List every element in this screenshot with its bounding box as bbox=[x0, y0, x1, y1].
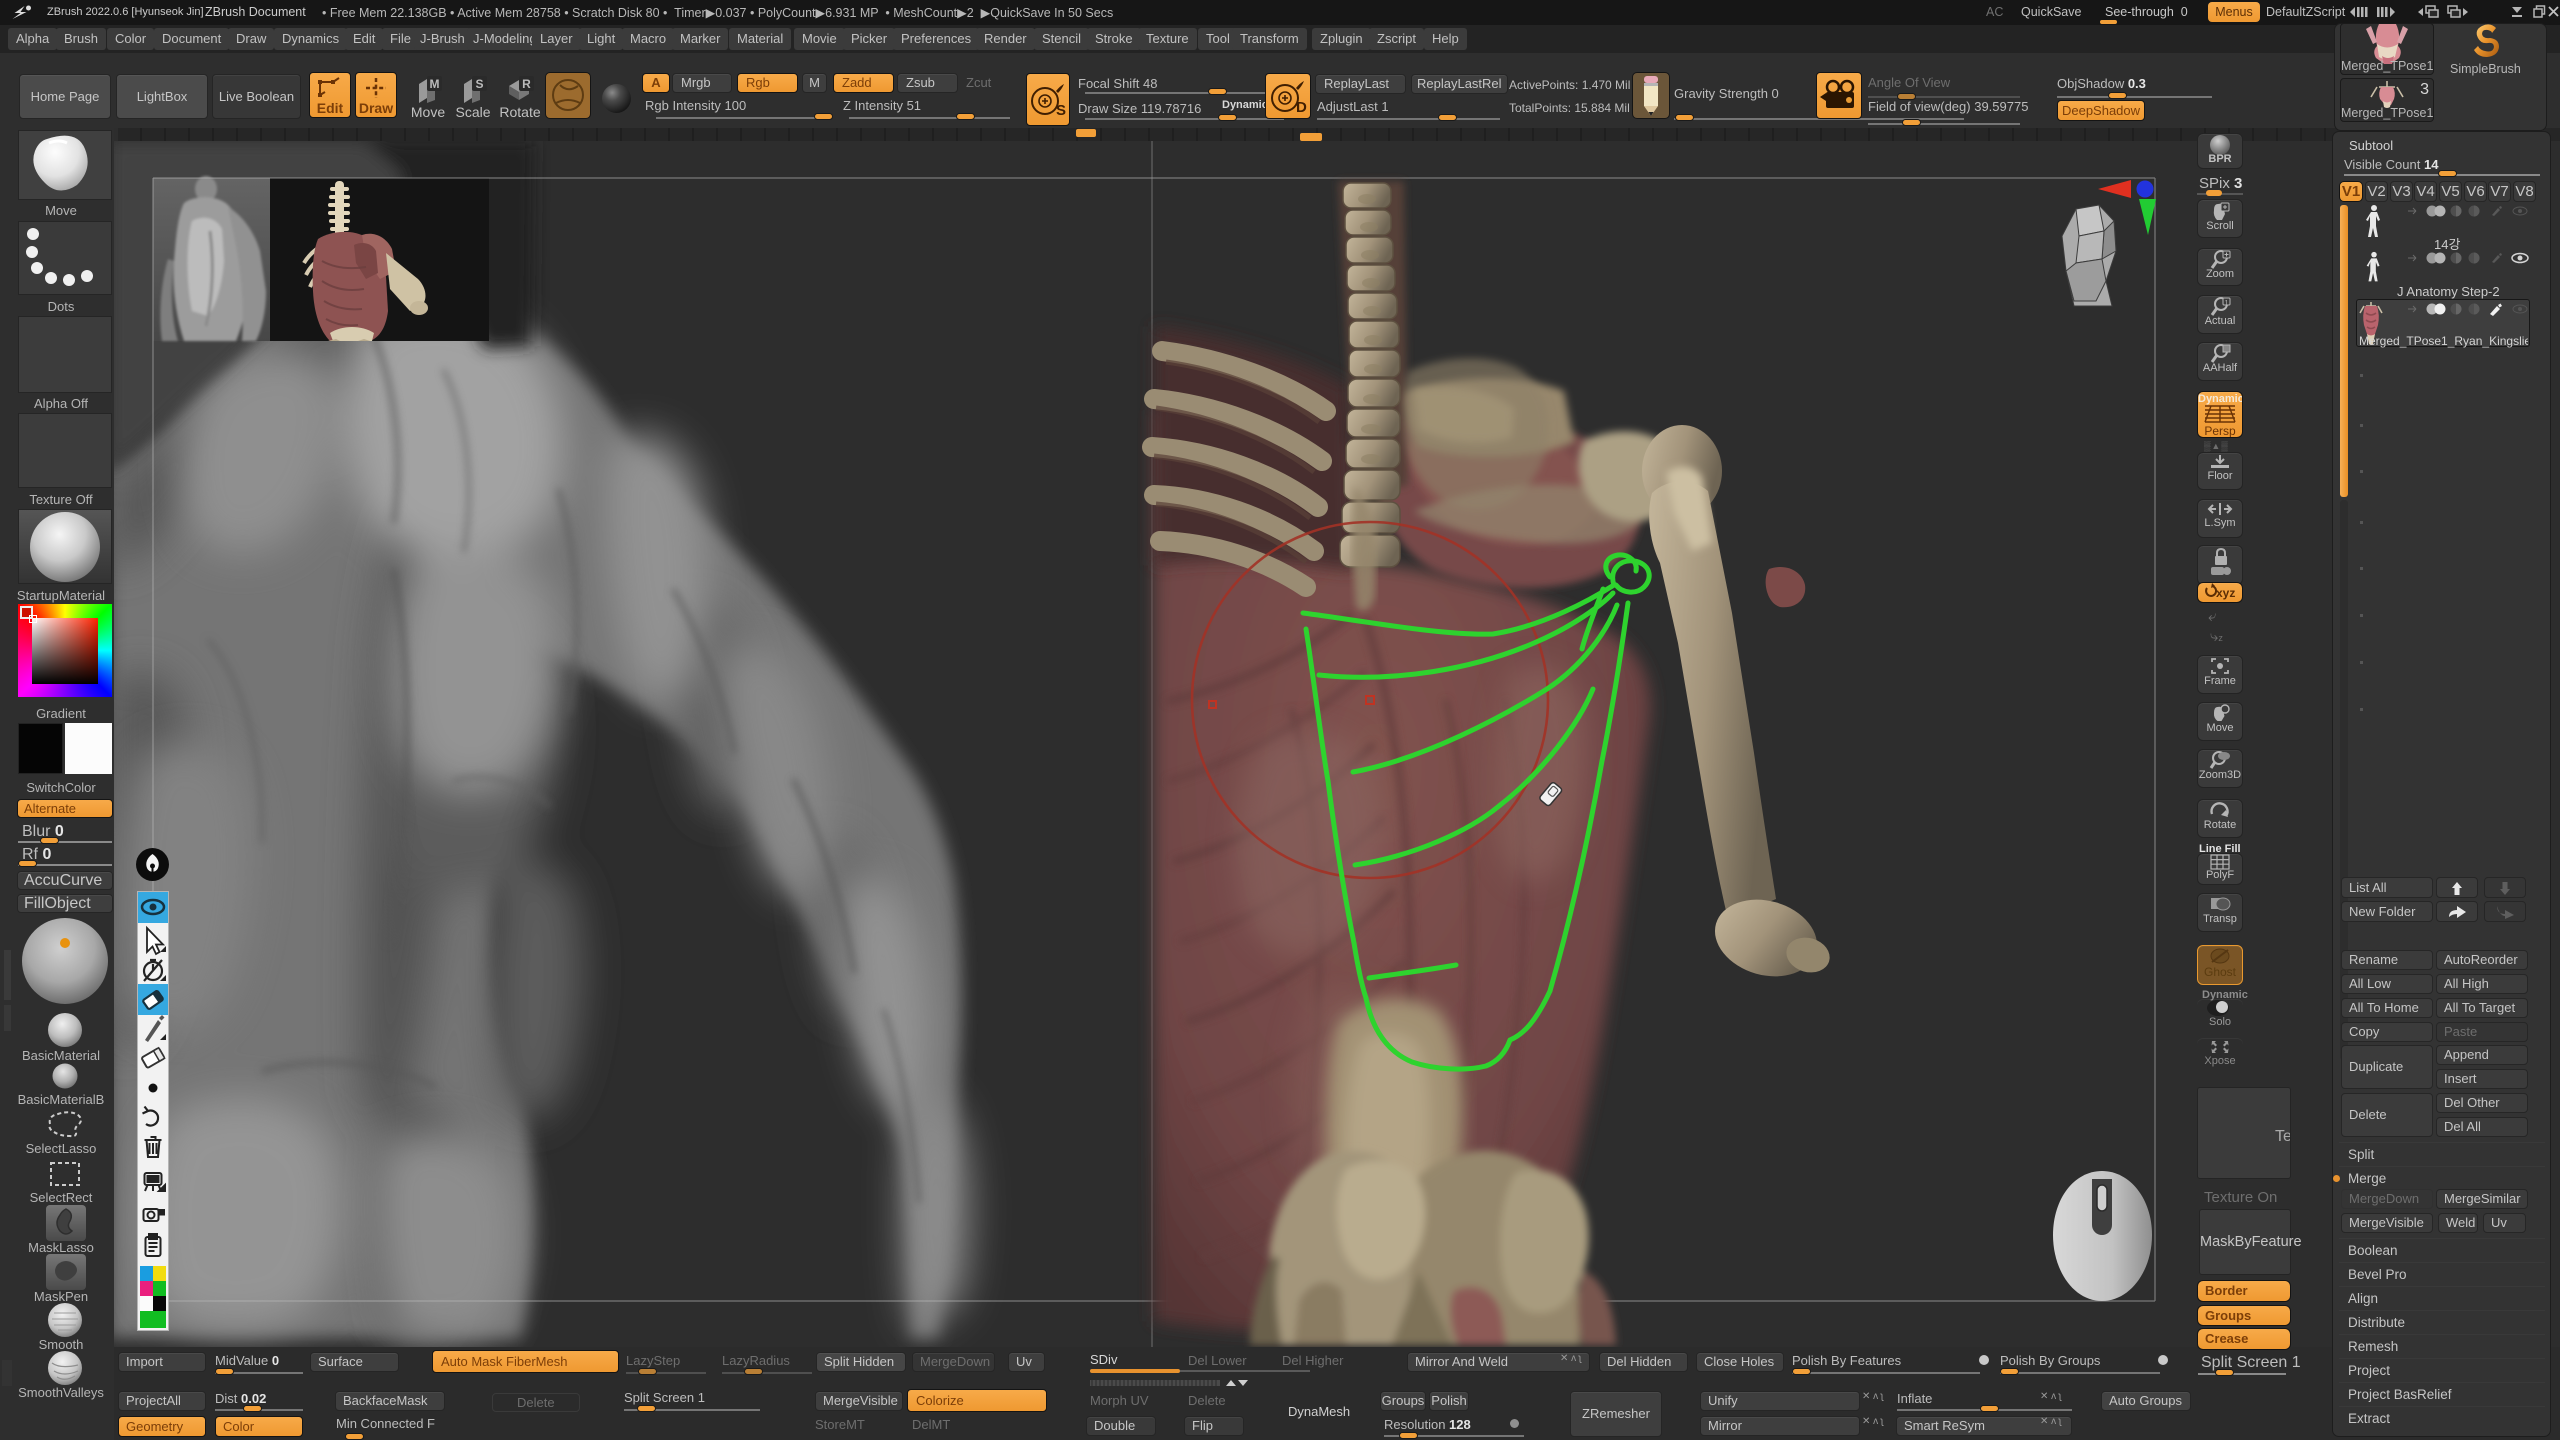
svg-text:M: M bbox=[430, 77, 440, 91]
svg-text:R: R bbox=[522, 77, 531, 91]
svg-text:S: S bbox=[475, 77, 483, 91]
svg-text:1: 1 bbox=[2225, 300, 2229, 307]
svg-text:D: D bbox=[1296, 99, 1307, 116]
svg-text:xyz: xyz bbox=[2216, 586, 2235, 600]
svg-text:S: S bbox=[1056, 102, 1066, 119]
